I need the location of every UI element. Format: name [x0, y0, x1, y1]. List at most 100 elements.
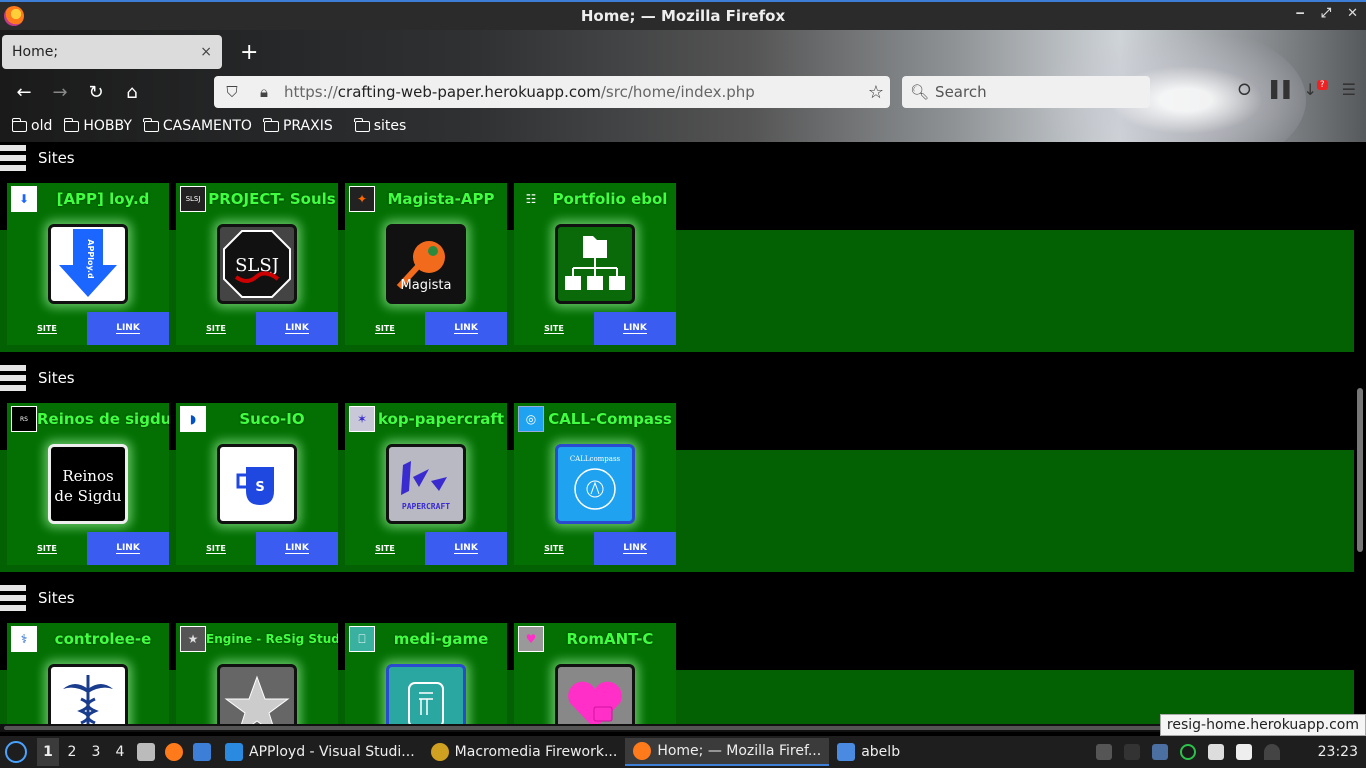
card-logo[interactable]: S: [217, 444, 297, 524]
status-ring-icon[interactable]: [1179, 744, 1196, 760]
taskbar-app-vscode[interactable]: APPloyd - Visual Studi...: [217, 738, 423, 766]
site-button[interactable]: SITE: [514, 532, 594, 565]
taskbar-clock[interactable]: 23:23: [1318, 744, 1358, 760]
tab-home[interactable]: Home; ×: [2, 35, 222, 69]
bookmark-folder-sites[interactable]: sites: [354, 117, 406, 134]
card-title: Suco-IO: [239, 410, 305, 428]
card-logo[interactable]: CALLcompass: [555, 444, 635, 524]
scrollbar-thumb[interactable]: [1357, 388, 1363, 552]
taskbar-app-fireworks[interactable]: Macromedia Firework...: [423, 738, 626, 766]
site-button[interactable]: SITE: [345, 532, 425, 565]
volume-icon[interactable]: [1123, 744, 1140, 760]
notification-icon[interactable]: [1151, 744, 1168, 760]
wifi-icon[interactable]: [1263, 744, 1280, 760]
folder-icon: [63, 117, 80, 132]
card-logo[interactable]: [555, 664, 635, 724]
maximize-icon[interactable]: ⤢: [1321, 6, 1331, 21]
card-logo[interactable]: [386, 664, 466, 724]
site-button[interactable]: SITE: [345, 312, 425, 345]
search-input[interactable]: 🔍︎ Search: [902, 76, 1150, 108]
hamburger-menu-icon[interactable]: [0, 363, 26, 393]
taskbar-app-label: abelb: [861, 744, 901, 760]
terminal-launcher-icon[interactable]: [193, 743, 211, 761]
card-logo[interactable]: Magista: [386, 224, 466, 304]
section-title: Sites: [38, 589, 75, 607]
site-card: ⎕ medi-game: [345, 623, 507, 724]
page-content: Sites ⬇ [APP] loy.d APPloy.d SITE LINK SLS…: [0, 142, 1366, 724]
card-logo[interactable]: SLSJ: [217, 224, 297, 304]
folder-icon: [263, 117, 279, 132]
notes-icon[interactable]: [1207, 744, 1224, 760]
new-tab-button[interactable]: +: [240, 40, 258, 65]
pocket-icon[interactable]: ⭘: [1238, 80, 1251, 100]
card-logo[interactable]: [48, 664, 128, 724]
workspace-4[interactable]: 4: [109, 738, 131, 766]
taskbar-app-firefox[interactable]: Home; — Mozilla Firef...: [625, 738, 830, 766]
logo-text: S: [255, 480, 264, 495]
magista-logo-icon: ✦: [349, 186, 375, 212]
site-label: SITE: [206, 543, 226, 554]
card-logo[interactable]: [217, 664, 297, 724]
tab-strip: Home; × +: [0, 34, 258, 70]
card-logo[interactable]: Reinos de Sigdu: [48, 444, 128, 524]
menu-icon[interactable]: ☰: [1342, 80, 1356, 100]
url-bar[interactable]: ⛉ 🔒︎ https://crafting-web-paper.herokuap…: [214, 76, 890, 108]
minimize-icon[interactable]: ‒: [1296, 6, 1305, 21]
vertical-scrollbar[interactable]: [1354, 142, 1366, 724]
site-card: SLSJ PROJECT- Souls SLSJ SITE LINK: [176, 183, 338, 345]
taskbar-app-label: Macromedia Firework...: [454, 744, 618, 760]
hscroll-thumb[interactable]: [4, 726, 1204, 730]
bookmark-star-icon[interactable]: ☆: [868, 82, 884, 103]
site-button[interactable]: SITE: [514, 312, 594, 345]
shield-icon[interactable]: ⛉: [218, 83, 246, 101]
link-button[interactable]: LINK: [594, 312, 676, 345]
forward-button[interactable]: →: [42, 77, 78, 107]
fireworks-icon: [430, 743, 449, 761]
link-button[interactable]: LINK: [425, 532, 507, 565]
tab-close-icon[interactable]: ×: [200, 44, 212, 60]
card-logo[interactable]: [555, 224, 635, 304]
file-manager-icon[interactable]: [137, 743, 155, 761]
reload-button[interactable]: ↻: [78, 77, 114, 107]
site-button[interactable]: SITE: [7, 312, 87, 345]
home-button[interactable]: ⌂: [114, 77, 150, 107]
search-placeholder: Search: [935, 83, 987, 101]
card-title: CALL-Compass: [548, 410, 672, 428]
card-logo[interactable]: APPloy.d: [48, 224, 128, 304]
document-icon[interactable]: [1235, 744, 1252, 760]
url-path: /src/home/index.php: [600, 83, 755, 101]
close-window-icon[interactable]: ✕: [1347, 6, 1358, 21]
site-button[interactable]: SITE: [176, 312, 256, 345]
bookmark-folder-casamento[interactable]: CASAMENTO: [143, 117, 252, 134]
taskbar-app-abelb[interactable]: abelb: [829, 738, 908, 766]
link-button[interactable]: LINK: [425, 312, 507, 345]
bookmark-folder-praxis[interactable]: PRAXIS: [263, 117, 333, 134]
link-button[interactable]: LINK: [256, 312, 338, 345]
section-title: Sites: [38, 149, 75, 167]
card-logo[interactable]: PAPERCRAFT: [386, 444, 466, 524]
library-icon[interactable]: ▐▐: [1265, 80, 1290, 100]
workspace-2[interactable]: 2: [61, 738, 83, 766]
card-title: Portfolio ebol: [552, 190, 668, 208]
card-title: medi-game: [393, 630, 489, 648]
bookmark-folder-old[interactable]: old: [11, 117, 52, 134]
hamburger-menu-icon[interactable]: [0, 143, 26, 173]
link-button[interactable]: LINK: [256, 532, 338, 565]
site-button[interactable]: SITE: [176, 532, 256, 565]
firefox-launcher-icon[interactable]: [165, 743, 183, 761]
workspace-3[interactable]: 3: [85, 738, 107, 766]
hamburger-menu-icon[interactable]: [0, 583, 26, 613]
link-button[interactable]: LINK: [87, 312, 169, 345]
extension-update-icon[interactable]: ↓?: [1303, 80, 1328, 100]
start-menu-icon[interactable]: [5, 741, 27, 763]
link-label: LINK: [623, 323, 647, 334]
link-button[interactable]: LINK: [594, 532, 676, 565]
site-button[interactable]: SITE: [7, 532, 87, 565]
link-button[interactable]: LINK: [87, 532, 169, 565]
star-icon: ★: [180, 626, 206, 652]
back-button[interactable]: ←: [6, 77, 42, 107]
clipboard-icon[interactable]: [1095, 744, 1112, 760]
workspace-1[interactable]: 1: [37, 738, 59, 766]
lock-icon[interactable]: 🔒︎: [250, 83, 278, 101]
bookmark-folder-hobby[interactable]: HOBBY: [63, 117, 132, 134]
